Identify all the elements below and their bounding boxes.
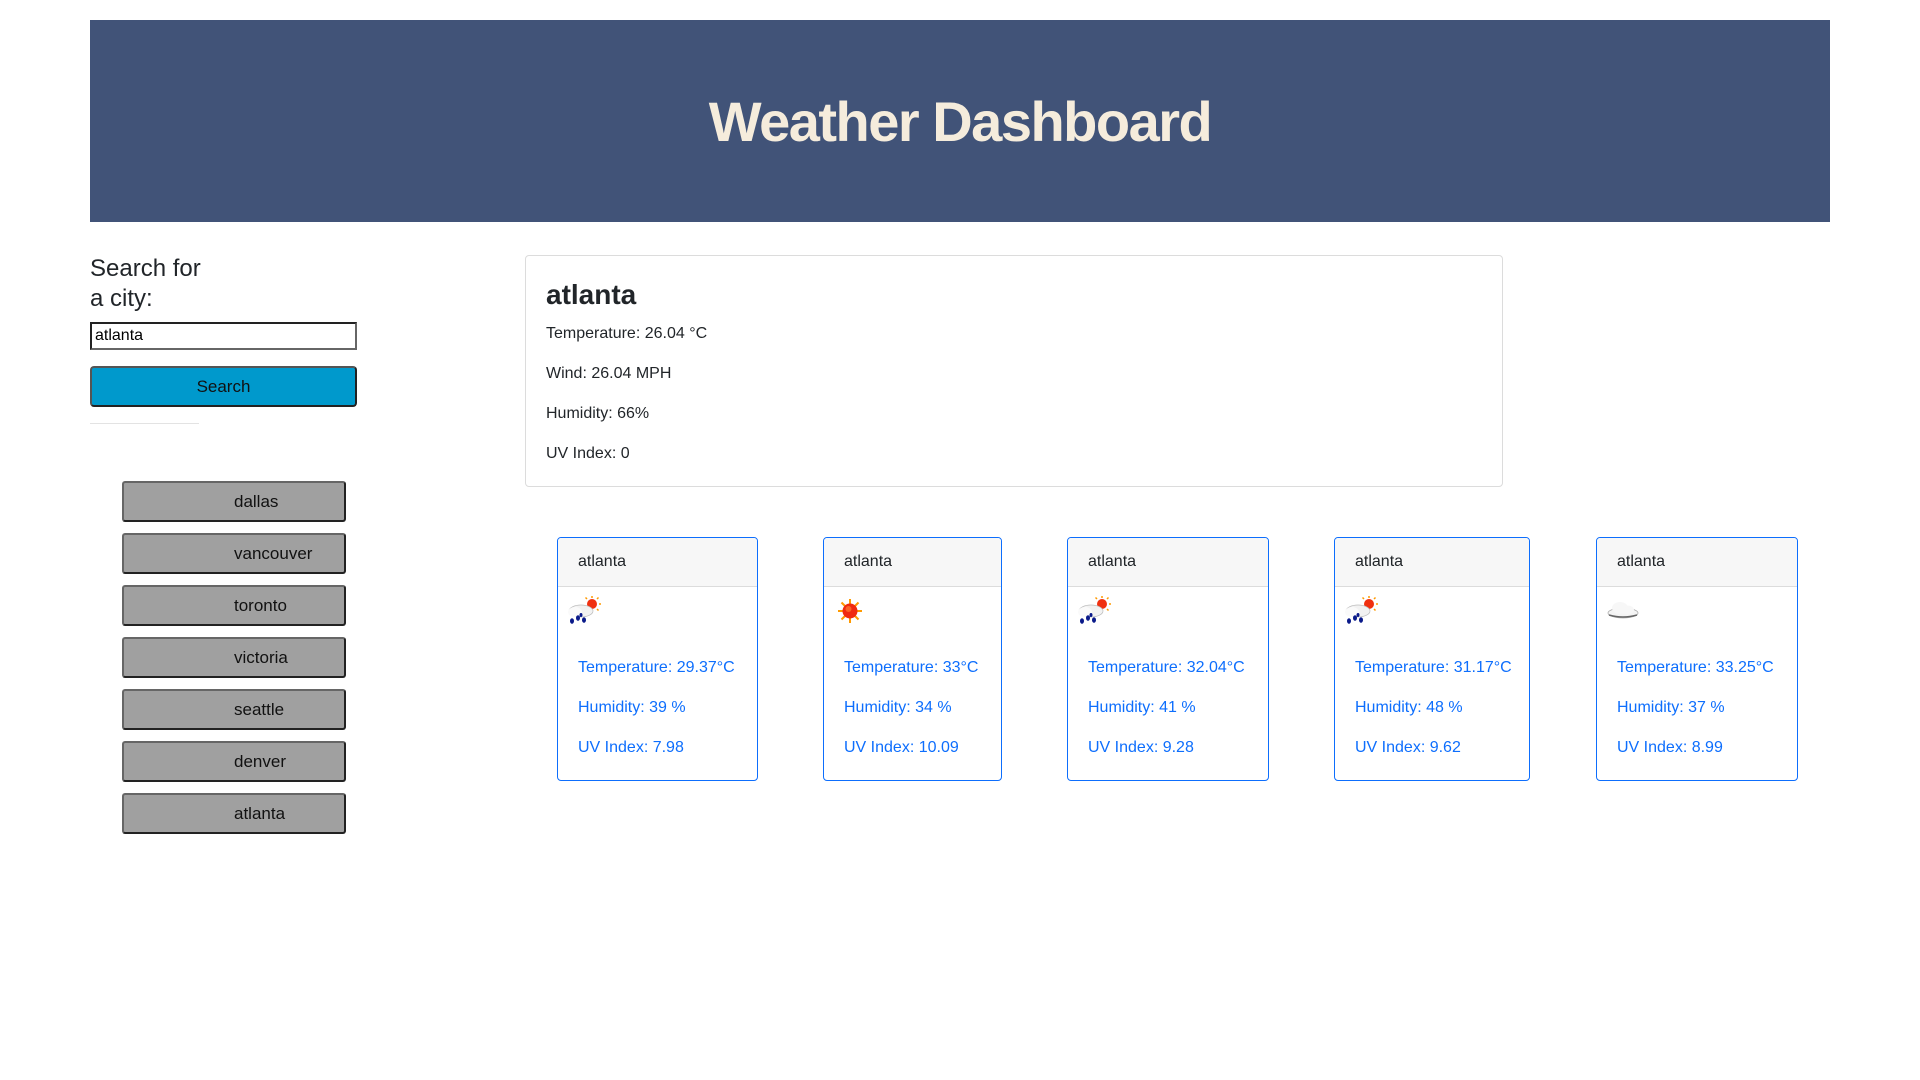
- forecast-temperature: Temperature: 29.37°C: [578, 659, 735, 676]
- search-heading: Search for a city:: [90, 255, 201, 312]
- history-city-button[interactable]: dallas: [122, 481, 346, 522]
- rain-sun-icon: [564, 596, 604, 626]
- forecast-temperature: Temperature: 33°C: [844, 659, 979, 676]
- current-uv-index: UV Index: 0: [546, 445, 630, 462]
- current-weather-card: atlanta Temperature: 26.04 °C Wind: 26.0…: [525, 255, 1503, 487]
- search-button[interactable]: Search: [90, 366, 357, 407]
- rain-sun-icon: [1074, 596, 1114, 626]
- page-header: Weather Dashboard: [90, 20, 1830, 222]
- current-wind: Wind: 26.04 MPH: [546, 365, 672, 382]
- history-city-button[interactable]: denver: [122, 741, 346, 782]
- forecast-card: atlanta Temperature: 32.04°C Humidity: 4…: [1067, 537, 1269, 781]
- forecast-card: atlanta Temperature: 33°C Humidity: 34 %…: [823, 537, 1002, 781]
- forecast-city: atlanta: [1597, 538, 1797, 587]
- forecast-temperature: Temperature: 32.04°C: [1088, 659, 1245, 676]
- history-city-button[interactable]: vancouver: [122, 533, 346, 574]
- current-city: atlanta: [546, 279, 637, 310]
- history-city-button[interactable]: atlanta: [122, 793, 346, 834]
- forecast-humidity: Humidity: 37 %: [1617, 699, 1725, 716]
- forecast-card: atlanta Temperature: 33.25°C Humidity: 3…: [1596, 537, 1798, 781]
- forecast-uv-index: UV Index: 8.99: [1617, 739, 1723, 756]
- cloud-icon: [1603, 596, 1643, 626]
- forecast-card: atlanta Temperature: 31.17°C Humidity: 4…: [1334, 537, 1530, 781]
- current-temperature: Temperature: 26.04 °C: [546, 325, 708, 342]
- forecast-city: atlanta: [824, 538, 1001, 587]
- forecast-humidity: Humidity: 34 %: [844, 699, 952, 716]
- forecast-uv-index: UV Index: 9.28: [1088, 739, 1194, 756]
- current-humidity: Humidity: 66%: [546, 405, 650, 422]
- forecast-humidity: Humidity: 48 %: [1355, 699, 1463, 716]
- history-city-button[interactable]: seattle: [122, 689, 346, 730]
- sidebar-divider: [90, 423, 199, 424]
- history-city-button[interactable]: toronto: [122, 585, 346, 626]
- rain-sun-icon: [1341, 596, 1381, 626]
- forecast-city: atlanta: [1335, 538, 1529, 587]
- forecast-uv-index: UV Index: 10.09: [844, 739, 959, 756]
- search-history-list: dallas vancouver toronto victoria seattl…: [122, 481, 346, 845]
- history-city-button[interactable]: victoria: [122, 637, 346, 678]
- page-title: Weather Dashboard: [708, 89, 1213, 153]
- forecast-city: atlanta: [558, 538, 757, 587]
- forecast-humidity: Humidity: 41 %: [1088, 699, 1196, 716]
- forecast-humidity: Humidity: 39 %: [578, 699, 686, 716]
- forecast-temperature: Temperature: 31.17°C: [1355, 659, 1512, 676]
- forecast-uv-index: UV Index: 9.62: [1355, 739, 1461, 756]
- forecast-temperature: Temperature: 33.25°C: [1617, 659, 1774, 676]
- forecast-card: atlanta Temperature: 29.37°C Humidity: 3…: [557, 537, 758, 781]
- sun-icon: [830, 596, 870, 626]
- forecast-city: atlanta: [1068, 538, 1268, 587]
- city-search-input[interactable]: [90, 322, 357, 350]
- forecast-uv-index: UV Index: 7.98: [578, 739, 684, 756]
